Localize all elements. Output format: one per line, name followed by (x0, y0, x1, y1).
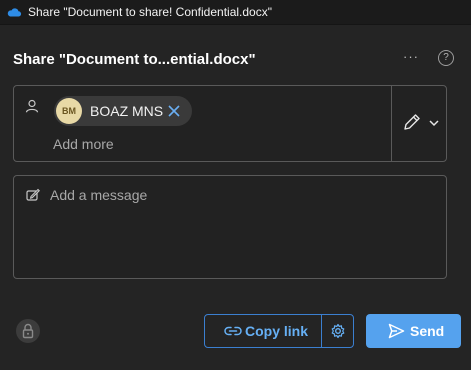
compose-icon (26, 188, 40, 201)
recipients-field[interactable]: BM BOAZ MNS Add more (13, 85, 447, 162)
dialog-heading: Share "Document to...ential.docx" (13, 51, 256, 68)
send-button[interactable]: Send (366, 314, 461, 348)
copy-link-group: Copy link (204, 314, 354, 348)
copy-link-label: Copy link (245, 323, 309, 339)
send-icon (388, 323, 405, 339)
more-icon: ··· (403, 49, 419, 64)
window-titlebar: Share "Document to share! Confidential.d… (0, 0, 471, 25)
avatar: BM (56, 98, 82, 124)
permissions-divider (391, 86, 392, 161)
person-icon (25, 99, 39, 113)
window-title: Share "Document to share! Confidential.d… (28, 5, 272, 19)
permissions-button[interactable] (402, 110, 442, 136)
send-label: Send (410, 323, 445, 339)
more-options-button[interactable]: ··· (400, 48, 422, 68)
copy-link-button[interactable]: Copy link (205, 315, 321, 347)
pencil-icon (404, 114, 420, 130)
close-icon[interactable] (166, 103, 182, 119)
help-button[interactable]: ? (438, 50, 454, 66)
link-settings-button[interactable] (322, 315, 353, 347)
link-lock-button[interactable] (16, 319, 40, 343)
gear-icon (331, 323, 345, 339)
help-icon: ? (443, 52, 449, 63)
message-field[interactable]: Add a message (13, 175, 447, 279)
message-input[interactable]: Add a message (50, 187, 430, 203)
chevron-down-icon (429, 120, 439, 127)
onedrive-cloud-icon (7, 8, 22, 17)
add-more-input[interactable]: Add more (53, 136, 114, 152)
recipient-name: BOAZ MNS (90, 103, 164, 119)
recipient-chip[interactable]: BM BOAZ MNS (54, 96, 192, 126)
lock-icon (22, 323, 34, 339)
link-icon (224, 326, 242, 336)
